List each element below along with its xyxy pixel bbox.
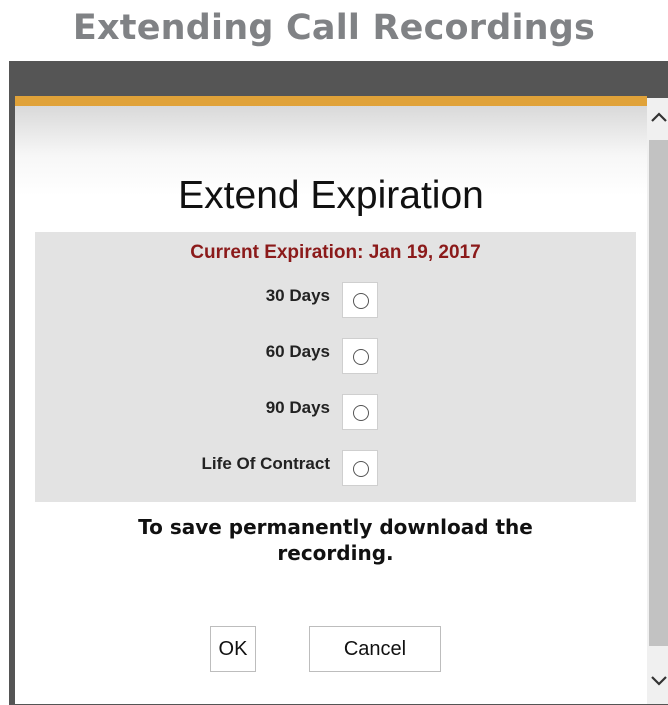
- scroll-up-icon[interactable]: [647, 102, 668, 132]
- option-row-30-days: 30 Days: [35, 282, 636, 322]
- option-row-life-of-contract: Life Of Contract: [35, 450, 636, 490]
- radio-life-of-contract[interactable]: [342, 450, 378, 486]
- current-expiration-label: Current Expiration: Jan 19, 2017: [190, 242, 481, 263]
- radio-60-days[interactable]: [342, 338, 378, 374]
- radio-circle-icon: [353, 293, 369, 309]
- option-label-30-days: 30 Days: [265, 286, 330, 305]
- option-row-60-days: 60 Days: [35, 338, 636, 378]
- radio-30-days[interactable]: [342, 282, 378, 318]
- save-note-line-2: recording.: [277, 541, 394, 565]
- scroll-down-icon[interactable]: [647, 666, 668, 696]
- expiration-options-panel: Current Expiration: Jan 19, 2017 30 Days…: [35, 232, 636, 502]
- radio-circle-icon: [353, 349, 369, 365]
- option-label-60-days: 60 Days: [265, 342, 330, 361]
- save-permanently-note: To save permanently download the recordi…: [35, 514, 636, 566]
- ok-button[interactable]: OK: [210, 626, 256, 672]
- vertical-scrollbar[interactable]: [647, 98, 668, 704]
- radio-circle-icon: [353, 405, 369, 421]
- scrollbar-thumb[interactable]: [649, 140, 668, 646]
- option-label-90-days: 90 Days: [265, 398, 330, 417]
- option-row-90-days: 90 Days: [35, 394, 636, 434]
- page-heading: Extending Call Recordings: [72, 8, 596, 48]
- dialog-accent-bar: [15, 96, 647, 106]
- radio-90-days[interactable]: [342, 394, 378, 430]
- extend-expiration-dialog: Extend Expiration Current Expiration: Ja…: [9, 61, 668, 705]
- save-note-line-1: To save permanently download the: [138, 515, 533, 539]
- cancel-button[interactable]: Cancel: [309, 626, 441, 672]
- radio-circle-icon: [353, 461, 369, 477]
- option-label-life-of-contract: Life Of Contract: [201, 454, 330, 473]
